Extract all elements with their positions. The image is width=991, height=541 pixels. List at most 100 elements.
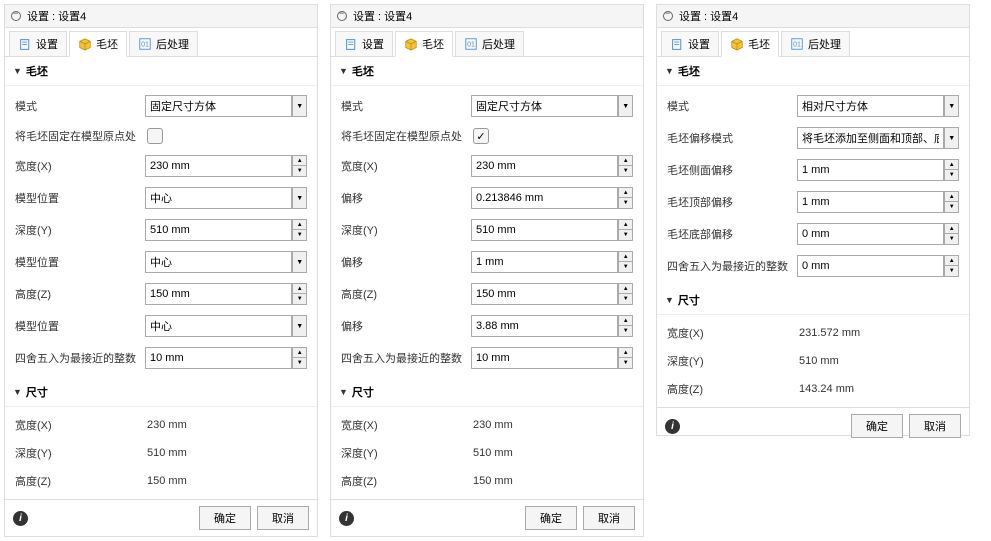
dropdown-icon[interactable]: ▼	[292, 251, 307, 273]
depth-input[interactable]	[471, 219, 618, 241]
depth-input[interactable]	[145, 219, 292, 241]
ok-button[interactable]: 确定	[851, 414, 903, 438]
spinner-up-icon[interactable]: ▲	[619, 252, 632, 262]
minimize-icon[interactable]	[337, 11, 347, 21]
spinner-up-icon[interactable]: ▲	[293, 220, 306, 230]
mode-select[interactable]	[471, 95, 618, 117]
spinner-up-icon[interactable]: ▲	[293, 348, 306, 358]
dim-width-label: 宽度(X)	[341, 417, 471, 433]
info-icon[interactable]: i	[13, 511, 28, 526]
box-icon	[730, 37, 744, 51]
section-dim-header[interactable]: ▼尺寸	[5, 378, 317, 407]
spinner-up-icon[interactable]: ▲	[619, 348, 632, 358]
mode-select[interactable]	[797, 95, 944, 117]
offset-z-input[interactable]	[471, 315, 618, 337]
fix-origin-checkbox[interactable]: ✓	[473, 128, 489, 144]
mode-select[interactable]	[145, 95, 292, 117]
spinner-down-icon[interactable]: ▼	[619, 166, 632, 176]
round-label: 四舍五入为最接近的整数	[667, 258, 797, 274]
spinner-down-icon[interactable]: ▼	[619, 358, 632, 368]
round-input[interactable]	[145, 347, 292, 369]
tab-post[interactable]: 01后处理	[129, 31, 198, 56]
tab-stock[interactable]: 毛坯	[721, 31, 779, 57]
info-icon[interactable]: i	[665, 419, 680, 434]
post-icon: 01	[790, 37, 804, 51]
top-offset-input[interactable]	[797, 191, 944, 213]
spinner-down-icon[interactable]: ▼	[293, 166, 306, 176]
tab-settings[interactable]: 设置	[9, 31, 67, 56]
dim-height-label: 高度(Z)	[341, 473, 471, 489]
spinner-up-icon[interactable]: ▲	[293, 156, 306, 166]
tab-post[interactable]: 01后处理	[781, 31, 850, 56]
settings-icon	[670, 37, 684, 51]
cancel-button[interactable]: 取消	[909, 414, 961, 438]
spinner-down-icon[interactable]: ▼	[945, 170, 958, 180]
height-input[interactable]	[471, 283, 618, 305]
cancel-button[interactable]: 取消	[257, 506, 309, 530]
section-dim-header[interactable]: ▼尺寸	[657, 286, 969, 315]
fix-origin-checkbox[interactable]	[147, 128, 163, 144]
dropdown-icon[interactable]: ▼	[944, 127, 959, 149]
dropdown-icon[interactable]: ▼	[292, 95, 307, 117]
chevron-down-icon: ▼	[13, 66, 22, 76]
cancel-button[interactable]: 取消	[583, 506, 635, 530]
info-icon[interactable]: i	[339, 511, 354, 526]
bottom-offset-input[interactable]	[797, 223, 944, 245]
box-icon	[78, 37, 92, 51]
spinner-up-icon[interactable]: ▲	[945, 160, 958, 170]
offset-mode-select[interactable]	[797, 127, 944, 149]
height-input[interactable]	[145, 283, 292, 305]
dropdown-icon[interactable]: ▼	[292, 315, 307, 337]
spinner-down-icon[interactable]: ▼	[293, 294, 306, 304]
section-stock-header[interactable]: ▼毛坯	[5, 57, 317, 86]
minimize-icon[interactable]	[11, 11, 21, 21]
spinner-up-icon[interactable]: ▲	[619, 316, 632, 326]
spinner-down-icon[interactable]: ▼	[945, 202, 958, 212]
dim-depth-label: 深度(Y)	[667, 353, 797, 369]
spinner-down-icon[interactable]: ▼	[945, 234, 958, 244]
ok-button[interactable]: 确定	[525, 506, 577, 530]
width-input[interactable]	[145, 155, 292, 177]
tab-settings[interactable]: 设置	[661, 31, 719, 56]
dropdown-icon[interactable]: ▼	[292, 187, 307, 209]
spinner-down-icon[interactable]: ▼	[619, 326, 632, 336]
section-stock-header[interactable]: ▼毛坯	[657, 57, 969, 86]
tab-post[interactable]: 01后处理	[455, 31, 524, 56]
spinner-up-icon[interactable]: ▲	[945, 224, 958, 234]
model-pos-select[interactable]	[145, 251, 292, 273]
tab-stock[interactable]: 毛坯	[69, 31, 127, 57]
section-dim-header[interactable]: ▼尺寸	[331, 378, 643, 407]
spinner-up-icon[interactable]: ▲	[945, 192, 958, 202]
width-input[interactable]	[471, 155, 618, 177]
side-offset-input[interactable]	[797, 159, 944, 181]
ok-button[interactable]: 确定	[199, 506, 251, 530]
round-input[interactable]	[797, 255, 944, 277]
spinner-up-icon[interactable]: ▲	[619, 220, 632, 230]
spinner-down-icon[interactable]: ▼	[619, 198, 632, 208]
mode-label: 模式	[341, 98, 471, 114]
spinner-up-icon[interactable]: ▲	[945, 256, 958, 266]
model-pos-select[interactable]	[145, 315, 292, 337]
spinner-up-icon[interactable]: ▲	[293, 284, 306, 294]
tab-stock[interactable]: 毛坯	[395, 31, 453, 57]
dim-width-value: 230 mm	[471, 419, 513, 431]
spinner-down-icon[interactable]: ▼	[945, 266, 958, 276]
spinner-down-icon[interactable]: ▼	[619, 294, 632, 304]
section-stock-header[interactable]: ▼毛坯	[331, 57, 643, 86]
dropdown-icon[interactable]: ▼	[944, 95, 959, 117]
spinner-down-icon[interactable]: ▼	[619, 262, 632, 272]
model-pos-select[interactable]	[145, 187, 292, 209]
spinner-down-icon[interactable]: ▼	[293, 230, 306, 240]
spinner-up-icon[interactable]: ▲	[619, 156, 632, 166]
fix-origin-label: 将毛坯固定在模型原点处	[341, 128, 471, 144]
round-input[interactable]	[471, 347, 618, 369]
spinner-up-icon[interactable]: ▲	[619, 188, 632, 198]
minimize-icon[interactable]	[663, 11, 673, 21]
spinner-down-icon[interactable]: ▼	[619, 230, 632, 240]
spinner-up-icon[interactable]: ▲	[619, 284, 632, 294]
offset-y-input[interactable]	[471, 251, 618, 273]
dropdown-icon[interactable]: ▼	[618, 95, 633, 117]
spinner-down-icon[interactable]: ▼	[293, 358, 306, 368]
offset-x-input[interactable]	[471, 187, 618, 209]
tab-settings[interactable]: 设置	[335, 31, 393, 56]
